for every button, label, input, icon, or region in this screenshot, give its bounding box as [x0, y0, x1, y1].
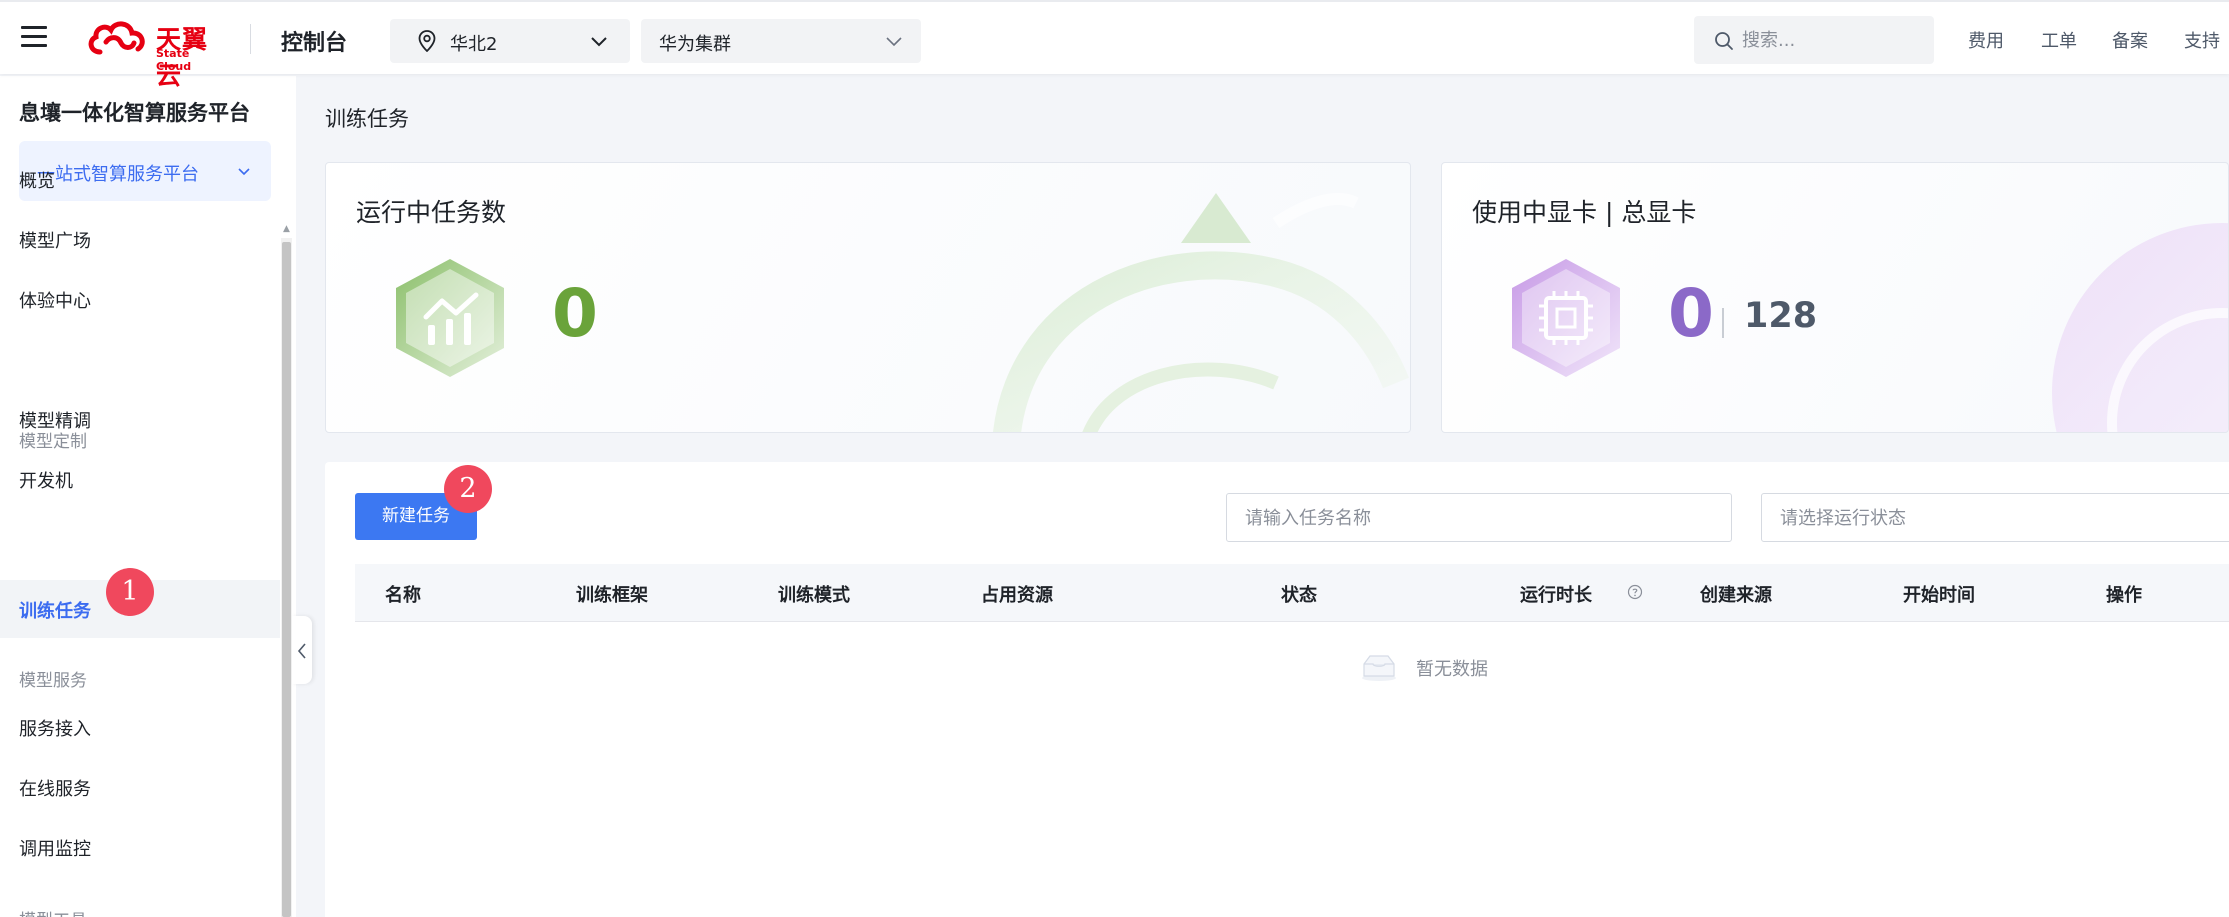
location-pin-icon: [418, 30, 436, 52]
col-resource: 占用资源: [981, 585, 1053, 606]
sidebar-item-call-monitor[interactable]: 调用监控: [0, 818, 280, 876]
value-separator: [1722, 308, 1724, 338]
sidebar-item-overview[interactable]: 概览: [0, 150, 280, 208]
col-name: 名称: [385, 585, 421, 606]
empty-box-icon: [1362, 655, 1396, 681]
table-header: 名称 训练框架 训练模式 占用资源 状态 运行时长 创建来源 开始时间 操作: [355, 564, 2229, 622]
status-select-input[interactable]: [1780, 504, 2211, 532]
console-title[interactable]: 控制台: [281, 25, 347, 57]
help-circle-icon[interactable]: [1627, 584, 1643, 600]
region-select[interactable]: 华北2: [390, 19, 630, 63]
chevron-down-icon: [886, 37, 902, 47]
sidebar-item-label: 开发机: [19, 471, 73, 492]
col-mode: 训练模式: [778, 585, 850, 606]
task-name-input[interactable]: [1245, 504, 1699, 532]
running-tasks-count: 0: [552, 275, 598, 352]
divider: [250, 24, 251, 54]
col-start-time: 开始时间: [1903, 585, 1975, 606]
link-billing[interactable]: 费用: [1968, 27, 2004, 53]
running-tasks-card: 运行中任务数 0: [325, 162, 1411, 433]
sidebar-item-finetune[interactable]: 模型精调: [0, 390, 280, 448]
link-filing[interactable]: 备案: [2112, 27, 2148, 53]
gpu-chip-icon: [1512, 259, 1620, 377]
link-support[interactable]: 支持: [2184, 27, 2220, 53]
sidebar-item-label: 服务接入: [19, 719, 91, 740]
col-duration[interactable]: 运行时长: [1520, 581, 1592, 607]
running-tasks-title: 运行中任务数: [356, 198, 507, 227]
menu-icon[interactable]: [21, 26, 47, 50]
cloud-logo-icon: [88, 21, 145, 55]
sidebar-item-service-access[interactable]: 服务接入: [0, 698, 280, 756]
sidebar-item-dev-machine[interactable]: 开发机: [0, 450, 280, 508]
annotation-marker-2: 2: [444, 465, 492, 513]
sidebar-item-label: 模型广场: [19, 231, 91, 252]
scrollbar-thumb[interactable]: [282, 242, 291, 917]
empty-state-text: 暂无数据: [1416, 659, 1488, 680]
sidebar-item-model-square[interactable]: 模型广场: [0, 210, 280, 268]
region-value: 华北2: [450, 34, 498, 55]
scroll-up-arrow-icon[interactable]: ▲: [283, 224, 290, 234]
chart-trend-icon: [396, 259, 504, 377]
sidebar-item-online-service[interactable]: 在线服务: [0, 758, 280, 816]
status-filter-select[interactable]: [1761, 493, 2229, 542]
logo-subtext: State Cloud: [156, 47, 192, 73]
page-title: 训练任务: [325, 107, 409, 131]
sidebar-item-label: 概览: [19, 171, 55, 192]
col-status: 状态: [1281, 585, 1317, 606]
top-bar: 天翼云 State Cloud 控制台 华北2 华为集群 费用 工单 备案 支持: [0, 0, 2229, 90]
sidebar-group-model-tools: 模型工具: [19, 906, 87, 917]
task-name-filter[interactable]: [1226, 493, 1732, 542]
search-icon: [1715, 32, 1733, 50]
gpu-used-count: 0: [1668, 275, 1714, 352]
sidebar-collapse-button[interactable]: [292, 616, 312, 684]
col-source: 创建来源: [1700, 585, 1772, 606]
gpu-usage-title: 使用中显卡 | 总显卡: [1472, 198, 1697, 227]
task-list-panel: 新建任务 名称 训练框架 训练模式 占用资源 状态 运行时长 创建来源 开始时间…: [325, 462, 2229, 917]
sidebar: 息壤一体化智算服务平台 一站式智算服务平台 概览 模型广场 体验中心 模型定制 …: [0, 76, 296, 917]
sidebar-item-experience[interactable]: 体验中心: [0, 270, 280, 328]
sidebar-item-label: 调用监控: [19, 839, 91, 860]
sidebar-group-model-service: 模型服务: [19, 671, 87, 691]
decorative-background-icon: [2052, 223, 2228, 432]
col-actions: 操作: [2106, 585, 2142, 606]
col-framework: 训练框架: [576, 585, 648, 606]
decorative-background-icon: [993, 193, 1409, 432]
logo[interactable]: 天翼云 State Cloud: [86, 18, 226, 90]
gpu-total-count: 128: [1744, 296, 1818, 336]
sidebar-item-label: 训练任务: [19, 601, 91, 622]
search-input[interactable]: [1742, 26, 1922, 54]
platform-title: 息壤一体化智算服务平台: [19, 101, 250, 125]
global-search[interactable]: [1694, 16, 1934, 64]
sidebar-item-label: 体验中心: [19, 291, 91, 312]
link-tickets[interactable]: 工单: [2041, 27, 2077, 53]
annotation-marker-1: 1: [106, 568, 154, 616]
gpu-usage-card: 使用中显卡 | 总显卡 0 128: [1441, 162, 2229, 433]
sidebar-item-label: 在线服务: [19, 779, 91, 800]
chevron-down-icon: [591, 37, 607, 47]
sidebar-item-label: 模型精调: [19, 411, 91, 432]
cluster-select[interactable]: 华为集群: [641, 19, 921, 63]
cluster-value: 华为集群: [659, 34, 731, 55]
chevron-left-icon: [297, 643, 306, 659]
